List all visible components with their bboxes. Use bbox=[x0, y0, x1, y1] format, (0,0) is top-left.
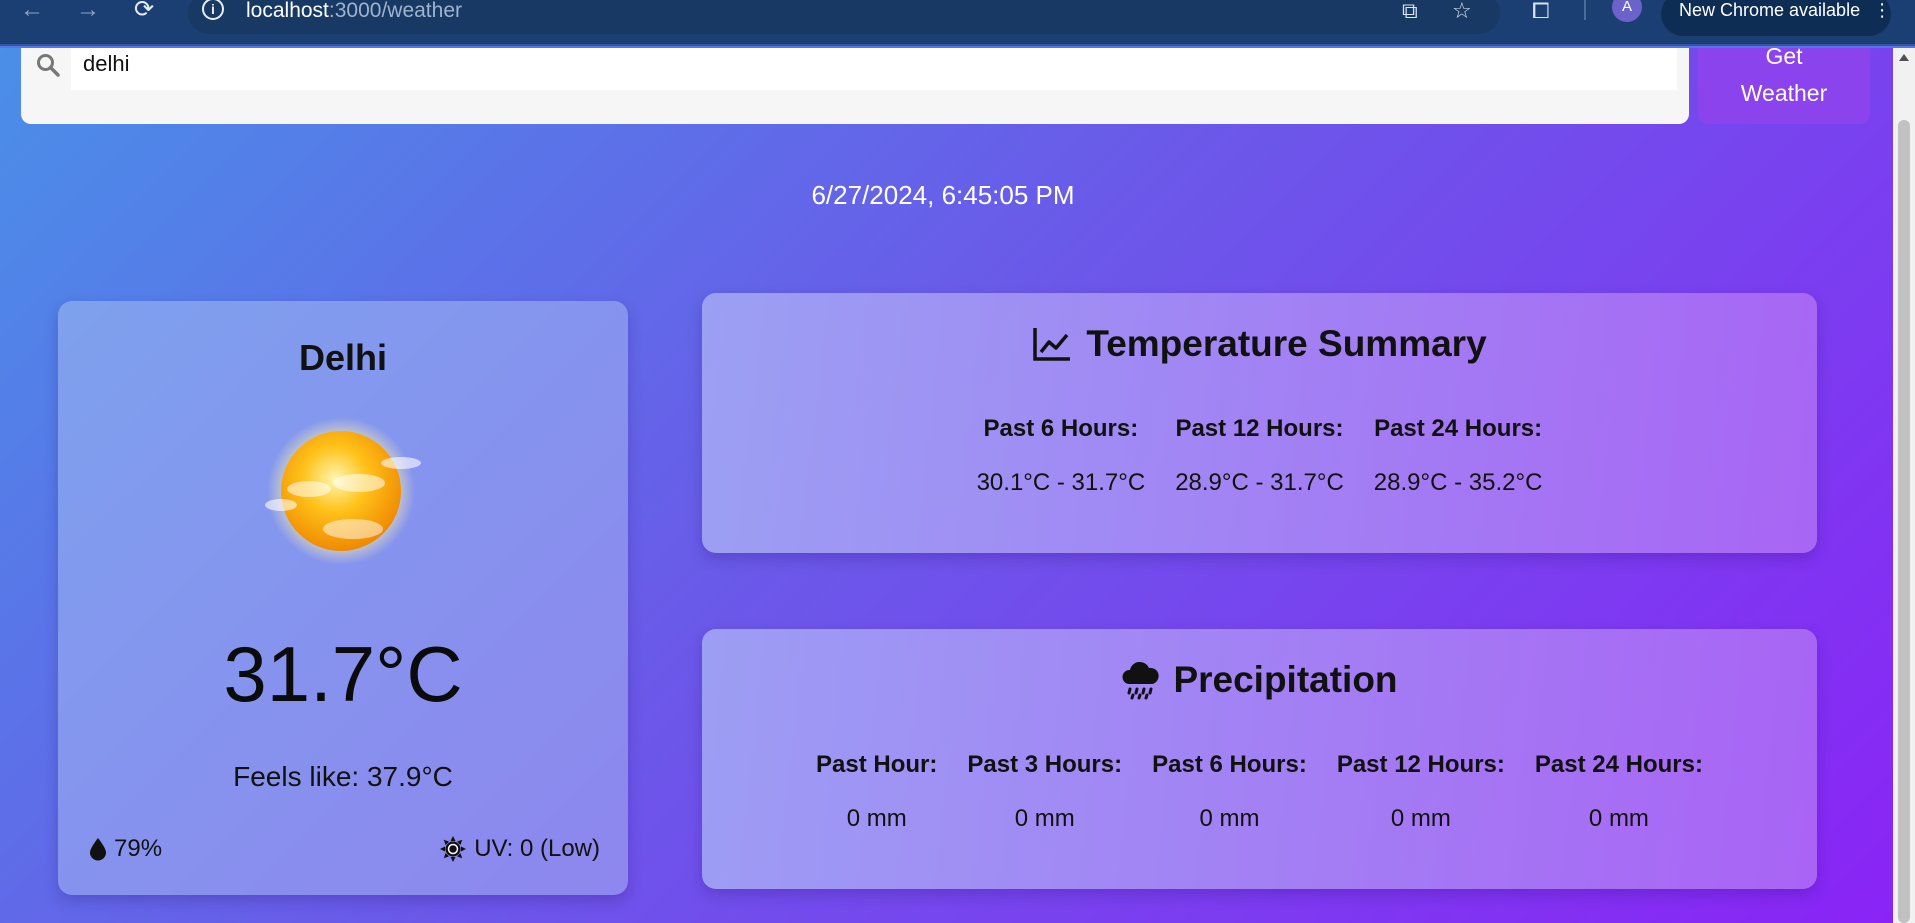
stat-value: 30.1°C - 31.7°C bbox=[976, 469, 1146, 496]
scrollbar-thumb[interactable] bbox=[1898, 120, 1910, 923]
uv-value: UV: 0 (Low) bbox=[474, 835, 600, 862]
temperature-summary-heading: Temperature Summary bbox=[702, 323, 1817, 365]
search-icon bbox=[37, 54, 60, 77]
bookmark-star-icon[interactable]: ☆ bbox=[1452, 0, 1472, 24]
get-weather-button[interactable]: Get Weather bbox=[1698, 48, 1870, 124]
feels-like: Feels like: 37.9°C bbox=[233, 761, 453, 792]
site-info-icon[interactable]: i bbox=[202, 0, 224, 20]
temp-stat-12h: Past 12 Hours: 28.9°C - 31.7°C bbox=[1175, 415, 1344, 497]
page-scrollbar[interactable] bbox=[1893, 48, 1915, 923]
stat-value: 0 mm bbox=[846, 805, 907, 832]
current-datetime: 6/27/2024, 6:45:05 PM bbox=[811, 180, 1075, 210]
temperature-summary-stats: Past 6 Hours: 30.1°C - 31.7°C Past 12 Ho… bbox=[702, 415, 1817, 497]
stat-value: 0 mm bbox=[1390, 805, 1451, 832]
stat-label: Past 12 Hours: bbox=[1336, 751, 1505, 778]
water-drop-icon bbox=[90, 838, 106, 861]
precipitation-stats: Past Hour: 0 mm Past 3 Hours: 0 mm Past … bbox=[702, 751, 1817, 833]
more-menu-icon[interactable]: ⋮ bbox=[1873, 0, 1891, 20]
precipitation-heading: Precipitation bbox=[702, 659, 1817, 701]
back-icon[interactable]: ← bbox=[20, 0, 44, 22]
city-search-input[interactable] bbox=[71, 48, 1677, 90]
browser-toolbar: ← → ⟳ i localhost:3000/weather ⧉ ☆ ⧠ A N… bbox=[0, 0, 1915, 46]
precip-stat-12h: Past 12 Hours: 0 mm bbox=[1337, 751, 1505, 833]
precip-stat-1h: Past Hour: 0 mm bbox=[816, 751, 937, 833]
temp-stat-24h: Past 24 Hours: 28.9°C - 35.2°C bbox=[1374, 415, 1543, 497]
sun-icon bbox=[440, 836, 467, 862]
open-in-app-icon[interactable]: ⧉ bbox=[1402, 0, 1418, 24]
search-bar bbox=[21, 48, 1689, 124]
get-weather-label-line1: Get bbox=[1765, 48, 1803, 69]
profile-avatar[interactable]: A bbox=[1612, 0, 1642, 22]
stat-label: Past 12 Hours: bbox=[1175, 415, 1344, 442]
extensions-icon[interactable]: ⧠ bbox=[1532, 0, 1550, 24]
update-chrome-label: New Chrome available bbox=[1679, 0, 1861, 20]
temperature-summary-card: Temperature Summary Past 6 Hours: 30.1°C… bbox=[702, 293, 1817, 553]
sun-with-clouds-icon bbox=[265, 417, 421, 565]
uv-stat: UV: 0 (Low) bbox=[440, 835, 600, 863]
line-chart-icon bbox=[1033, 328, 1071, 361]
stat-value: 28.9°C - 31.7°C bbox=[1175, 469, 1344, 496]
get-weather-label-line2: Weather bbox=[1740, 80, 1828, 106]
stat-label: Past 3 Hours: bbox=[967, 751, 1123, 778]
toolbar-divider bbox=[1584, 0, 1586, 20]
stat-label: Past Hour: bbox=[816, 751, 938, 778]
humidity-stat: 79% bbox=[88, 835, 162, 863]
stat-value: 0 mm bbox=[1199, 805, 1260, 832]
stat-value: 28.9°C - 35.2°C bbox=[1373, 469, 1543, 496]
temperature-summary-title: Temperature Summary bbox=[1086, 323, 1487, 364]
address-bar[interactable]: i localhost:3000/weather bbox=[188, 0, 1500, 34]
address-text[interactable]: localhost:3000/weather bbox=[246, 0, 462, 23]
reload-icon[interactable]: ⟳ bbox=[134, 0, 154, 22]
city-name: Delhi bbox=[298, 337, 387, 378]
current-weather-card: Delhi 31.7°C Feels like: 37.9°C 79% UV: … bbox=[58, 301, 628, 895]
stat-label: Past 6 Hours: bbox=[1152, 751, 1307, 778]
stat-label: Past 24 Hours: bbox=[1374, 415, 1543, 442]
update-chrome-button[interactable]: New Chrome available ⋮ bbox=[1661, 0, 1891, 36]
stat-value: 0 mm bbox=[1014, 805, 1075, 832]
precipitation-card: Precipitation Past Hour: 0 mm Past 3 Hou… bbox=[702, 629, 1817, 889]
humidity-value: 79% bbox=[114, 835, 163, 862]
rain-cloud-icon bbox=[1122, 661, 1160, 700]
temp-stat-6h: Past 6 Hours: 30.1°C - 31.7°C bbox=[977, 415, 1146, 497]
weather-page: Get Weather 6/27/2024, 6:45:05 PM Delhi bbox=[0, 48, 1893, 923]
precip-stat-3h: Past 3 Hours: 0 mm bbox=[967, 751, 1122, 833]
forward-icon[interactable]: → bbox=[76, 0, 100, 22]
stat-value: 0 mm bbox=[1588, 805, 1649, 832]
stat-label: Past 24 Hours: bbox=[1534, 751, 1703, 778]
stat-label: Past 6 Hours: bbox=[983, 415, 1139, 442]
current-temperature: 31.7°C bbox=[223, 630, 463, 718]
precip-stat-6h: Past 6 Hours: 0 mm bbox=[1152, 751, 1307, 833]
precip-stat-24h: Past 24 Hours: 0 mm bbox=[1535, 751, 1703, 833]
precipitation-title: Precipitation bbox=[1173, 659, 1398, 700]
scroll-up-arrow[interactable] bbox=[1899, 54, 1909, 61]
